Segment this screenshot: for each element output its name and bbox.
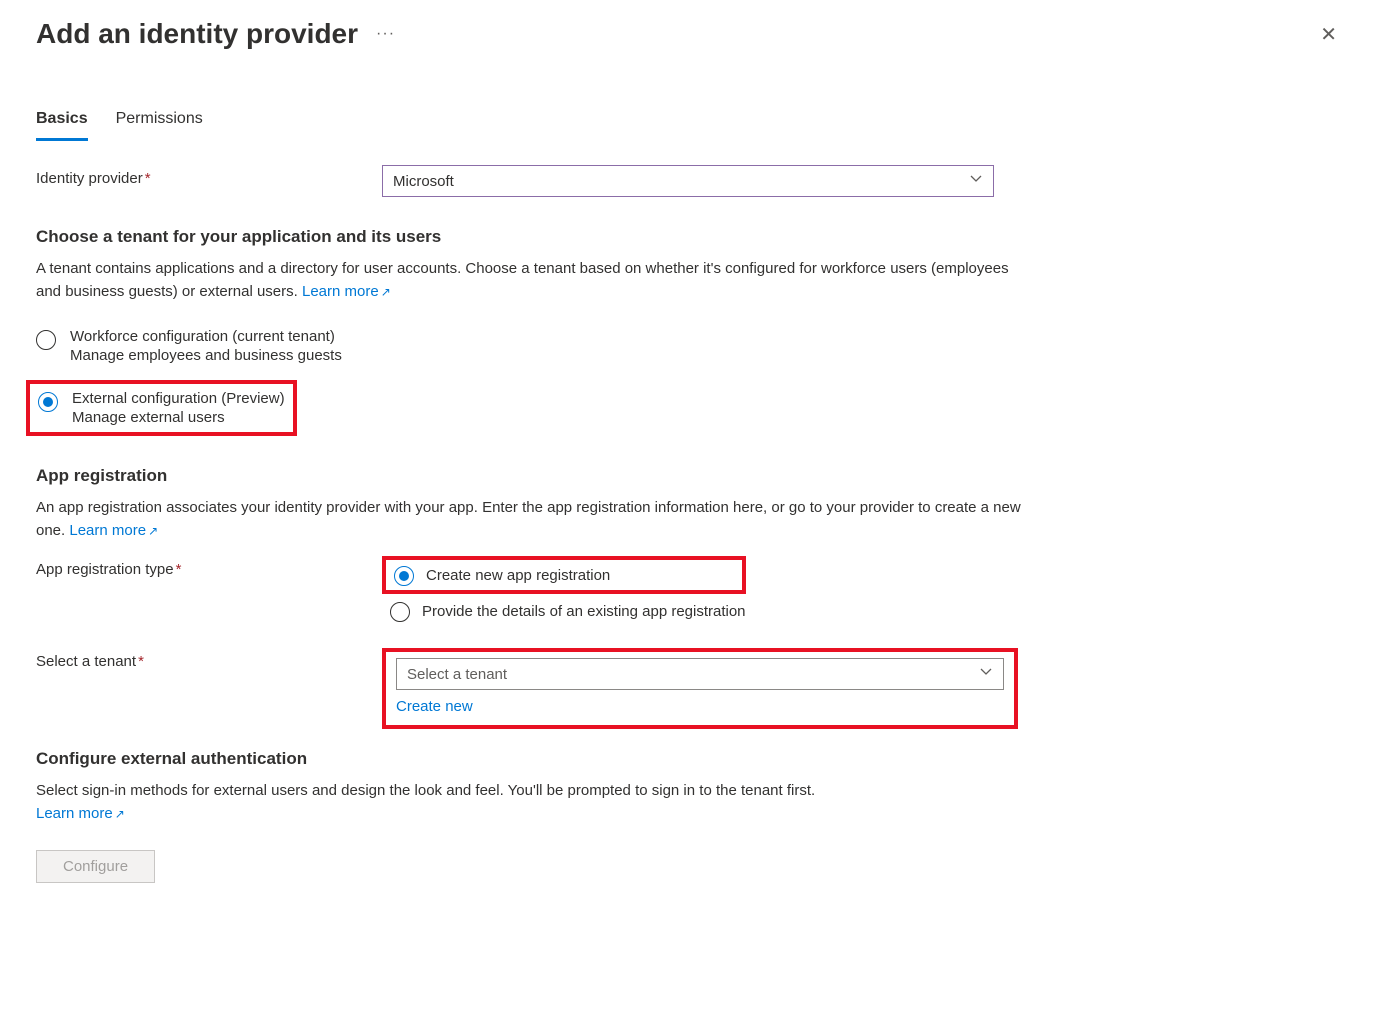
tab-permissions[interactable]: Permissions: [116, 110, 203, 141]
tab-basics[interactable]: Basics: [36, 110, 88, 141]
tenant-learn-more-link[interactable]: Learn more↗: [302, 283, 391, 300]
radio-existing[interactable]: Provide the details of an existing app r…: [382, 600, 746, 622]
chevron-down-icon: [979, 665, 993, 683]
radio-create-new[interactable]: Create new app registration: [394, 564, 734, 586]
ext-auth-heading: Configure external authentication: [36, 749, 1036, 769]
close-icon[interactable]: ✕: [1320, 22, 1347, 47]
radio-external[interactable]: External configuration (Preview) Manage …: [38, 390, 285, 426]
radio-create-new-label: Create new app registration: [426, 567, 610, 584]
external-link-icon: ↗: [381, 285, 391, 299]
tenant-section-heading: Choose a tenant for your application and…: [36, 227, 1036, 247]
identity-provider-value: Microsoft: [393, 173, 454, 190]
radio-icon: [394, 566, 414, 586]
identity-provider-select[interactable]: Microsoft: [382, 165, 994, 197]
highlight-select-tenant: Select a tenant Create new: [382, 648, 1018, 729]
chevron-down-icon: [969, 172, 983, 190]
identity-provider-label: Identity provider*: [36, 165, 382, 187]
more-menu-icon[interactable]: ···: [376, 25, 395, 43]
tab-bar: Basics Permissions: [36, 110, 1347, 141]
highlight-create-new: Create new app registration: [382, 556, 746, 594]
configure-button[interactable]: Configure: [36, 850, 155, 883]
radio-external-sub: Manage external users: [72, 409, 285, 426]
radio-icon: [38, 392, 58, 412]
tenant-section-desc: A tenant contains applications and a dir…: [36, 257, 1036, 304]
select-tenant-dropdown[interactable]: Select a tenant: [396, 658, 1004, 690]
app-reg-type-label: App registration type*: [36, 556, 382, 578]
app-reg-learn-more-link[interactable]: Learn more↗: [69, 522, 158, 539]
app-reg-desc: An app registration associates your iden…: [36, 496, 1036, 543]
page-header: Add an identity provider ··· ✕: [36, 18, 1347, 50]
page-title: Add an identity provider: [36, 18, 358, 50]
highlight-external-config: External configuration (Preview) Manage …: [26, 380, 297, 436]
select-tenant-label: Select a tenant*: [36, 648, 382, 670]
radio-workforce-sub: Manage employees and business guests: [70, 347, 342, 364]
radio-external-label: External configuration (Preview): [72, 390, 285, 407]
create-new-tenant-link[interactable]: Create new: [396, 698, 473, 715]
radio-existing-label: Provide the details of an existing app r…: [422, 603, 746, 620]
radio-icon: [36, 330, 56, 350]
radio-workforce[interactable]: Workforce configuration (current tenant)…: [36, 322, 1036, 370]
ext-auth-desc: Select sign-in methods for external user…: [36, 779, 1036, 826]
radio-icon: [390, 602, 410, 622]
radio-workforce-label: Workforce configuration (current tenant): [70, 328, 342, 345]
app-reg-heading: App registration: [36, 466, 1036, 486]
select-tenant-placeholder: Select a tenant: [407, 666, 507, 683]
external-link-icon: ↗: [148, 524, 158, 538]
external-link-icon: ↗: [115, 807, 125, 821]
ext-auth-learn-more-link[interactable]: Learn more↗: [36, 805, 125, 822]
